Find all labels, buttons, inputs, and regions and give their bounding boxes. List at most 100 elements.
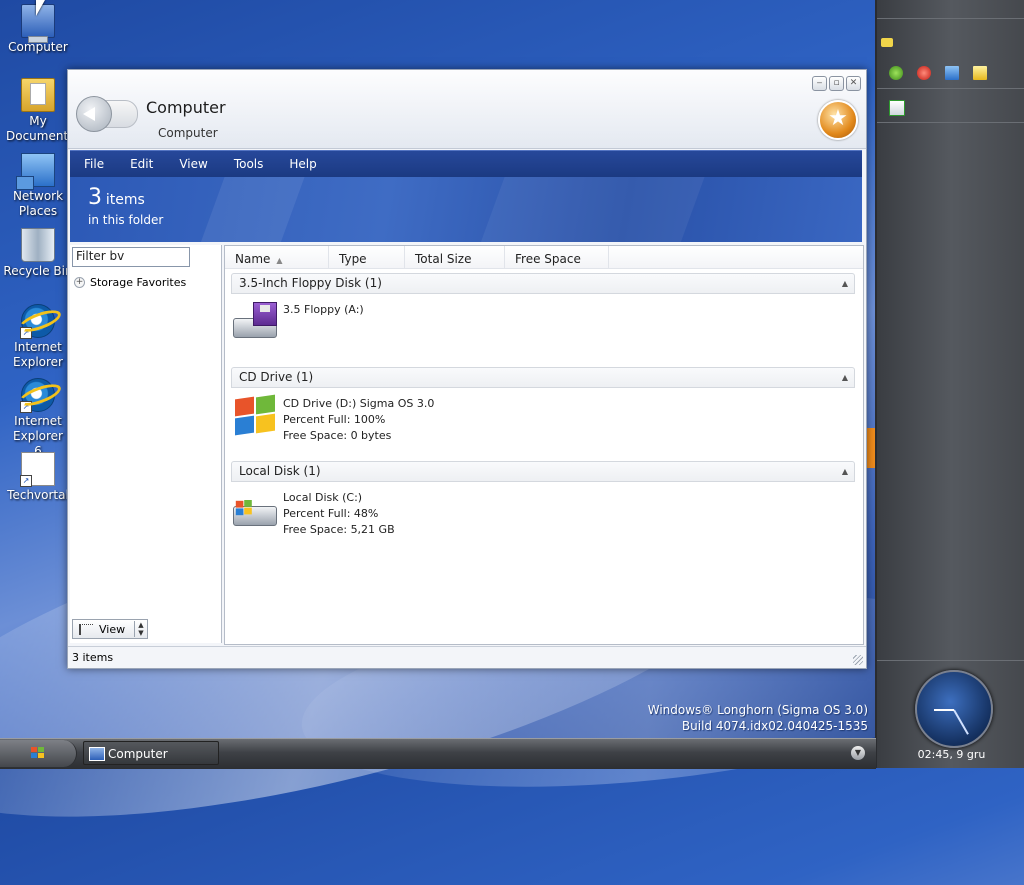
shortcut-arrow-icon: ↗ bbox=[20, 475, 32, 487]
notification-icon[interactable] bbox=[881, 38, 893, 47]
item-name: 3.5 Floppy (A:) bbox=[283, 303, 364, 316]
window-title: Computer bbox=[146, 98, 226, 117]
storage-favorites-item[interactable]: + Storage Favorites bbox=[74, 276, 186, 289]
window-controls: ‒ ▫ ✕ bbox=[812, 76, 861, 91]
security-check-icon[interactable] bbox=[889, 100, 905, 116]
collapse-arrow-icon[interactable]: ▲ bbox=[842, 462, 848, 481]
list-item[interactable]: 3.5 Floppy (A:) bbox=[231, 294, 855, 354]
list-item[interactable]: CD Drive (D:) Sigma OS 3.0 Percent Full:… bbox=[231, 388, 855, 448]
shortcut-arrow-icon: ↗ bbox=[20, 327, 32, 339]
menu-tools[interactable]: Tools bbox=[221, 157, 277, 171]
group-header[interactable]: Local Disk (1) ▲ bbox=[231, 461, 855, 482]
filter-input[interactable]: Filter bv bbox=[72, 247, 190, 267]
sidebar-divider bbox=[877, 18, 1024, 19]
close-button[interactable]: ✕ bbox=[846, 76, 861, 91]
desktop-icon-label: Internet Explorer bbox=[13, 340, 63, 369]
floppy-drive-icon bbox=[231, 302, 277, 342]
menu-bar: File Edit View Tools Help bbox=[70, 150, 862, 177]
favorites-star-icon[interactable]: ★ bbox=[818, 100, 858, 140]
menu-edit[interactable]: Edit bbox=[117, 157, 166, 171]
sidebar-divider bbox=[877, 660, 1024, 661]
clock-text: 02:45, 9 gru bbox=[917, 748, 986, 761]
item-name: Local Disk (C:) bbox=[283, 491, 363, 504]
expand-plus-icon[interactable]: + bbox=[74, 277, 85, 288]
group-floppy: 3.5-Inch Floppy Disk (1) ▲ 3.5 Floppy (A… bbox=[231, 273, 855, 354]
item-details: CD Drive (D:) Sigma OS 3.0 Percent Full:… bbox=[283, 396, 434, 444]
view-spinner-icon[interactable]: ▲ ▼ bbox=[134, 621, 147, 637]
desktop-icon-recycle-bin[interactable]: Recycle Bin bbox=[0, 228, 76, 279]
network-icon bbox=[16, 153, 55, 190]
view-list-icon bbox=[79, 623, 93, 635]
build-line-2: Build 4074.idx02.040425-1535 bbox=[681, 719, 868, 733]
status-text: 3 items bbox=[72, 651, 114, 664]
file-icon: ↗ bbox=[20, 452, 55, 487]
column-free-space[interactable]: Free Space bbox=[505, 246, 609, 268]
maximize-button[interactable]: ▫ bbox=[829, 76, 844, 91]
collapse-arrow-icon[interactable]: ▲ bbox=[842, 274, 848, 293]
item-details: 3.5 Floppy (A:) bbox=[283, 302, 364, 318]
red-status-icon[interactable] bbox=[917, 66, 931, 80]
window-titlebar[interactable]: Computer Computer ‒ ▫ ✕ ★ bbox=[68, 70, 866, 149]
resize-grip-icon[interactable] bbox=[853, 655, 863, 665]
file-list-pane: Name ▲ Type Total Size Free Space 3.5-Inc… bbox=[224, 245, 864, 645]
mouse-cursor-icon bbox=[36, 0, 45, 16]
item-count: 3 items in this folder bbox=[88, 185, 163, 227]
item-name: CD Drive (D:) Sigma OS 3.0 bbox=[283, 397, 435, 410]
recycle-bin-icon bbox=[21, 228, 55, 262]
group-header-label: CD Drive (1) bbox=[239, 370, 314, 384]
item-percent-full: Percent Full: 48% bbox=[283, 507, 379, 520]
column-name-label: Name bbox=[235, 252, 271, 266]
item-percent-full: Percent Full: 100% bbox=[283, 413, 386, 426]
item-count-unit: items bbox=[105, 192, 145, 208]
group-header-label: 3.5-Inch Floppy Disk (1) bbox=[239, 276, 382, 290]
collapse-arrow-icon[interactable]: ▲ bbox=[842, 368, 848, 387]
taskbar-item-computer[interactable]: Computer bbox=[83, 741, 219, 765]
list-item[interactable]: Local Disk (C:) Percent Full: 48% Free S… bbox=[231, 482, 855, 542]
item-free-space: Free Space: 5,21 GB bbox=[283, 523, 395, 536]
menu-file[interactable]: File bbox=[70, 157, 117, 171]
sidebar-divider bbox=[877, 88, 1024, 89]
sort-ascending-icon: ▲ bbox=[276, 256, 283, 265]
desktop-icon-label: Techvortal bbox=[7, 488, 69, 502]
folder-icon[interactable] bbox=[973, 66, 987, 80]
start-button[interactable] bbox=[0, 740, 77, 767]
column-type[interactable]: Type bbox=[329, 246, 405, 268]
group-local-disk: Local Disk (1) ▲ Local Disk (C:) Percent… bbox=[231, 461, 855, 542]
internet-explorer-icon: ↗ bbox=[20, 304, 55, 339]
view-button[interactable]: View ▲ ▼ bbox=[72, 619, 148, 639]
desktop-icon-label: My Documents bbox=[6, 114, 75, 143]
local-disk-icon bbox=[231, 490, 277, 530]
breadcrumb[interactable]: Computer bbox=[158, 126, 218, 140]
sidebar-divider bbox=[877, 122, 1024, 123]
status-bar: 3 items bbox=[68, 646, 866, 668]
minimize-button[interactable]: ‒ bbox=[812, 76, 827, 91]
storage-favorites-label: Storage Favorites bbox=[90, 276, 187, 289]
windows-logo-icon bbox=[31, 747, 45, 759]
column-name[interactable]: Name ▲ bbox=[225, 246, 329, 268]
item-free-space: Free Space: 0 bytes bbox=[283, 429, 392, 442]
item-count-subtitle: in this folder bbox=[88, 213, 164, 227]
desktop-icon-label: Recycle Bin bbox=[3, 264, 73, 278]
group-header-label: Local Disk (1) bbox=[239, 464, 321, 478]
desktop-icon-internet-explorer[interactable]: ↗ Internet Explorer bbox=[0, 304, 76, 370]
desktop-icon-network-places[interactable]: Network Places bbox=[0, 153, 76, 219]
display-icon[interactable] bbox=[945, 66, 959, 80]
menu-help[interactable]: Help bbox=[276, 157, 329, 171]
green-status-icon[interactable] bbox=[889, 66, 903, 80]
column-headers: Name ▲ Type Total Size Free Space bbox=[225, 246, 863, 269]
left-pane: Filter bv + Storage Favorites View ▲ ▼ bbox=[70, 245, 222, 643]
column-total-size[interactable]: Total Size bbox=[405, 246, 505, 268]
taskbar: Computer ▼ bbox=[0, 738, 876, 769]
tray-expand-icon[interactable]: ▼ bbox=[851, 746, 865, 760]
analog-clock[interactable] bbox=[915, 670, 993, 748]
desktop-icon-internet-explorer-6[interactable]: ↗ Internet Explorer 6 bbox=[0, 378, 76, 459]
group-header[interactable]: CD Drive (1) ▲ bbox=[231, 367, 855, 388]
desktop-icon-techvortal[interactable]: ↗ Techvortal bbox=[0, 452, 76, 503]
menu-view[interactable]: View bbox=[166, 157, 220, 171]
group-header[interactable]: 3.5-Inch Floppy Disk (1) ▲ bbox=[231, 273, 855, 294]
folder-info-banner: 3 items in this folder bbox=[70, 177, 862, 242]
build-watermark: Windows® Longhorn (Sigma OS 3.0) Build 4… bbox=[648, 702, 868, 734]
back-arrow-icon[interactable] bbox=[76, 96, 112, 132]
desktop-icon-my-documents[interactable]: My Documents bbox=[0, 78, 76, 144]
desktop-icon-label: Network Places bbox=[12, 189, 64, 218]
